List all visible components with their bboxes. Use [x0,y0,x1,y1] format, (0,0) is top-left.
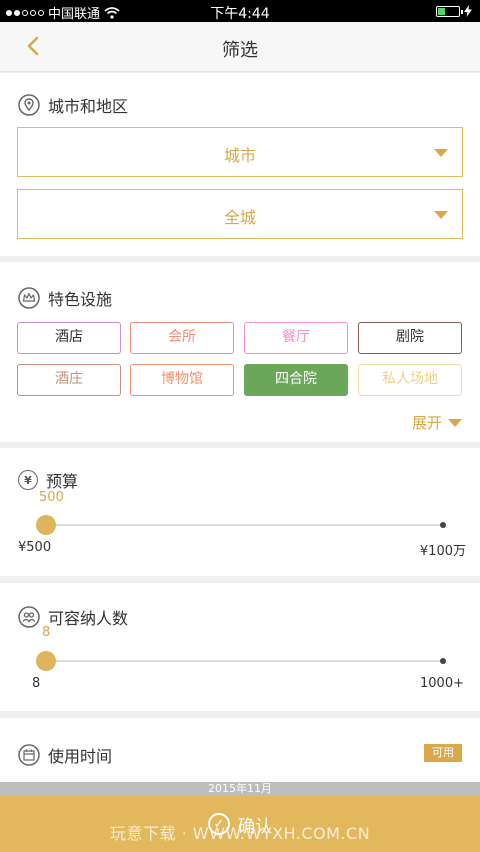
capacity-section: 可容纳人数 8 8 1000+ [0,583,480,711]
watermark: 玩意下载 · WWW.WYXH.COM.CN [110,824,371,843]
budget-current-value: 500 [39,490,64,505]
facilities-section-title: 特色设施 [48,290,113,309]
city-section-title: 城市和地区 [48,97,129,116]
facility-tag[interactable]: 私人场地 [358,364,462,396]
capacity-min-label: 8 [32,676,41,691]
capacity-slider-end [440,658,446,664]
budget-slider-end [440,522,446,528]
budget-min-label: ¥500 [18,540,52,555]
capacity-slider-track[interactable] [46,660,442,662]
capacity-slider-thumb[interactable] [36,651,56,671]
budget-slider-track[interactable] [46,524,442,526]
expand-button[interactable]: 展开 [412,412,462,433]
district-dropdown[interactable]: 全城 [17,189,463,239]
city-section-header: 城市和地区 [18,93,128,117]
people-icon [18,606,40,628]
time-section-header: 使用时间 [18,743,112,767]
facility-tag[interactable]: 酒庄 [17,364,121,396]
capacity-max-label: 1000+ [420,676,464,691]
availability-badge: 可用 [424,744,462,762]
capacity-section-header: 可容纳人数 [18,605,128,629]
crown-icon [18,287,40,309]
facility-tag[interactable]: 剧院 [358,322,462,354]
status-time: 下午4:44 [210,6,270,22]
budget-max-label: ¥100万 [419,544,466,559]
expand-label: 展开 [411,414,442,432]
facility-tag[interactable]: 餐厅 [244,322,348,354]
calendar-icon [18,744,40,766]
budget-section-title: 预算 [46,472,79,491]
budget-section-header: ¥ 预算 [18,468,78,492]
district-dropdown-label: 全城 [223,208,256,227]
facility-tag[interactable]: 博物馆 [130,364,234,396]
city-dropdown[interactable]: 城市 [17,127,463,177]
facility-tag[interactable]: 酒店 [17,322,121,354]
city-dropdown-label: 城市 [223,146,256,165]
facilities-section: 特色设施 酒店 会所 餐厅 剧院酒庄 博物馆 四合院 私人场地 展开 [0,262,480,442]
facility-tag[interactable]: 四合院 [244,364,348,396]
city-section: 城市和地区 城市 全城 [0,73,480,256]
battery-icon [436,5,472,17]
location-pin-icon [18,94,40,116]
page-title: 筛选 [222,40,258,61]
facilities-section-header: 特色设施 [18,286,112,310]
nav-bar: 筛选 [0,22,480,72]
chevron-down-icon [434,149,448,157]
time-section-title: 使用时间 [48,747,113,766]
capacity-current-value: 8 [42,625,51,640]
chevron-down-icon [434,211,448,219]
budget-slider-thumb[interactable] [36,515,56,535]
capacity-section-title: 可容纳人数 [48,609,129,628]
budget-section: ¥ 预算 500 ¥500 ¥100万 [0,448,480,576]
month-header: 2015年11月 [0,782,480,796]
time-section: 使用时间 可用 [0,718,480,782]
yen-icon: ¥ [18,470,38,490]
charging-icon [464,5,472,17]
chevron-down-icon [448,418,462,427]
facility-tag[interactable]: 会所 [130,322,234,354]
status-bar: 中国联通 下午4:44 [0,0,480,22]
